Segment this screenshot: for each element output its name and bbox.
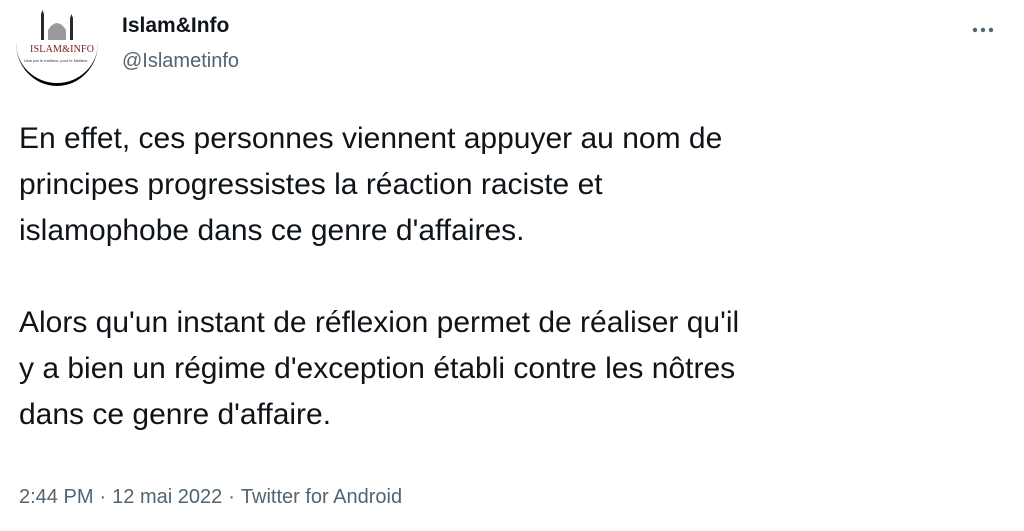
- tweet-text: En effet, ces personnes viennent appuyer…: [19, 116, 1009, 438]
- tweet-paragraph-1: En effet, ces personnes viennent appuyer…: [19, 122, 723, 247]
- author-handle[interactable]: @Islametinfo: [122, 50, 239, 73]
- more-options-button[interactable]: [966, 18, 1000, 42]
- tweet-time-value: 2:44 PM: [19, 486, 94, 508]
- tweet-date: 12 mai 2022: [112, 486, 223, 508]
- tweet-paragraph-2: Alors qu'un instant de réflexion permet …: [19, 306, 740, 431]
- tweet-source[interactable]: Twitter for Android: [241, 486, 402, 508]
- author-display-name[interactable]: Islam&Info: [122, 14, 229, 38]
- tweet-metadata: 2:44 PM · 12 mai 2022 · Twitter for Android: [19, 486, 402, 509]
- more-horizontal-icon: [972, 27, 994, 33]
- avatar-logo-text: ISLAM&INFO: [30, 44, 95, 55]
- avatar-tagline: Unis par le meilleur, pour le Meilleur: [24, 58, 88, 63]
- separator: ·: [228, 486, 235, 508]
- tweet-time[interactable]: 2:44 PM · 12 mai 2022: [19, 486, 222, 508]
- separator: ·: [99, 486, 107, 508]
- mosque-logo-icon: [41, 10, 73, 40]
- tweet-card: ISLAM&INFO Unis par le meilleur, pour le…: [0, 0, 1024, 531]
- avatar[interactable]: ISLAM&INFO Unis par le meilleur, pour le…: [16, 0, 98, 86]
